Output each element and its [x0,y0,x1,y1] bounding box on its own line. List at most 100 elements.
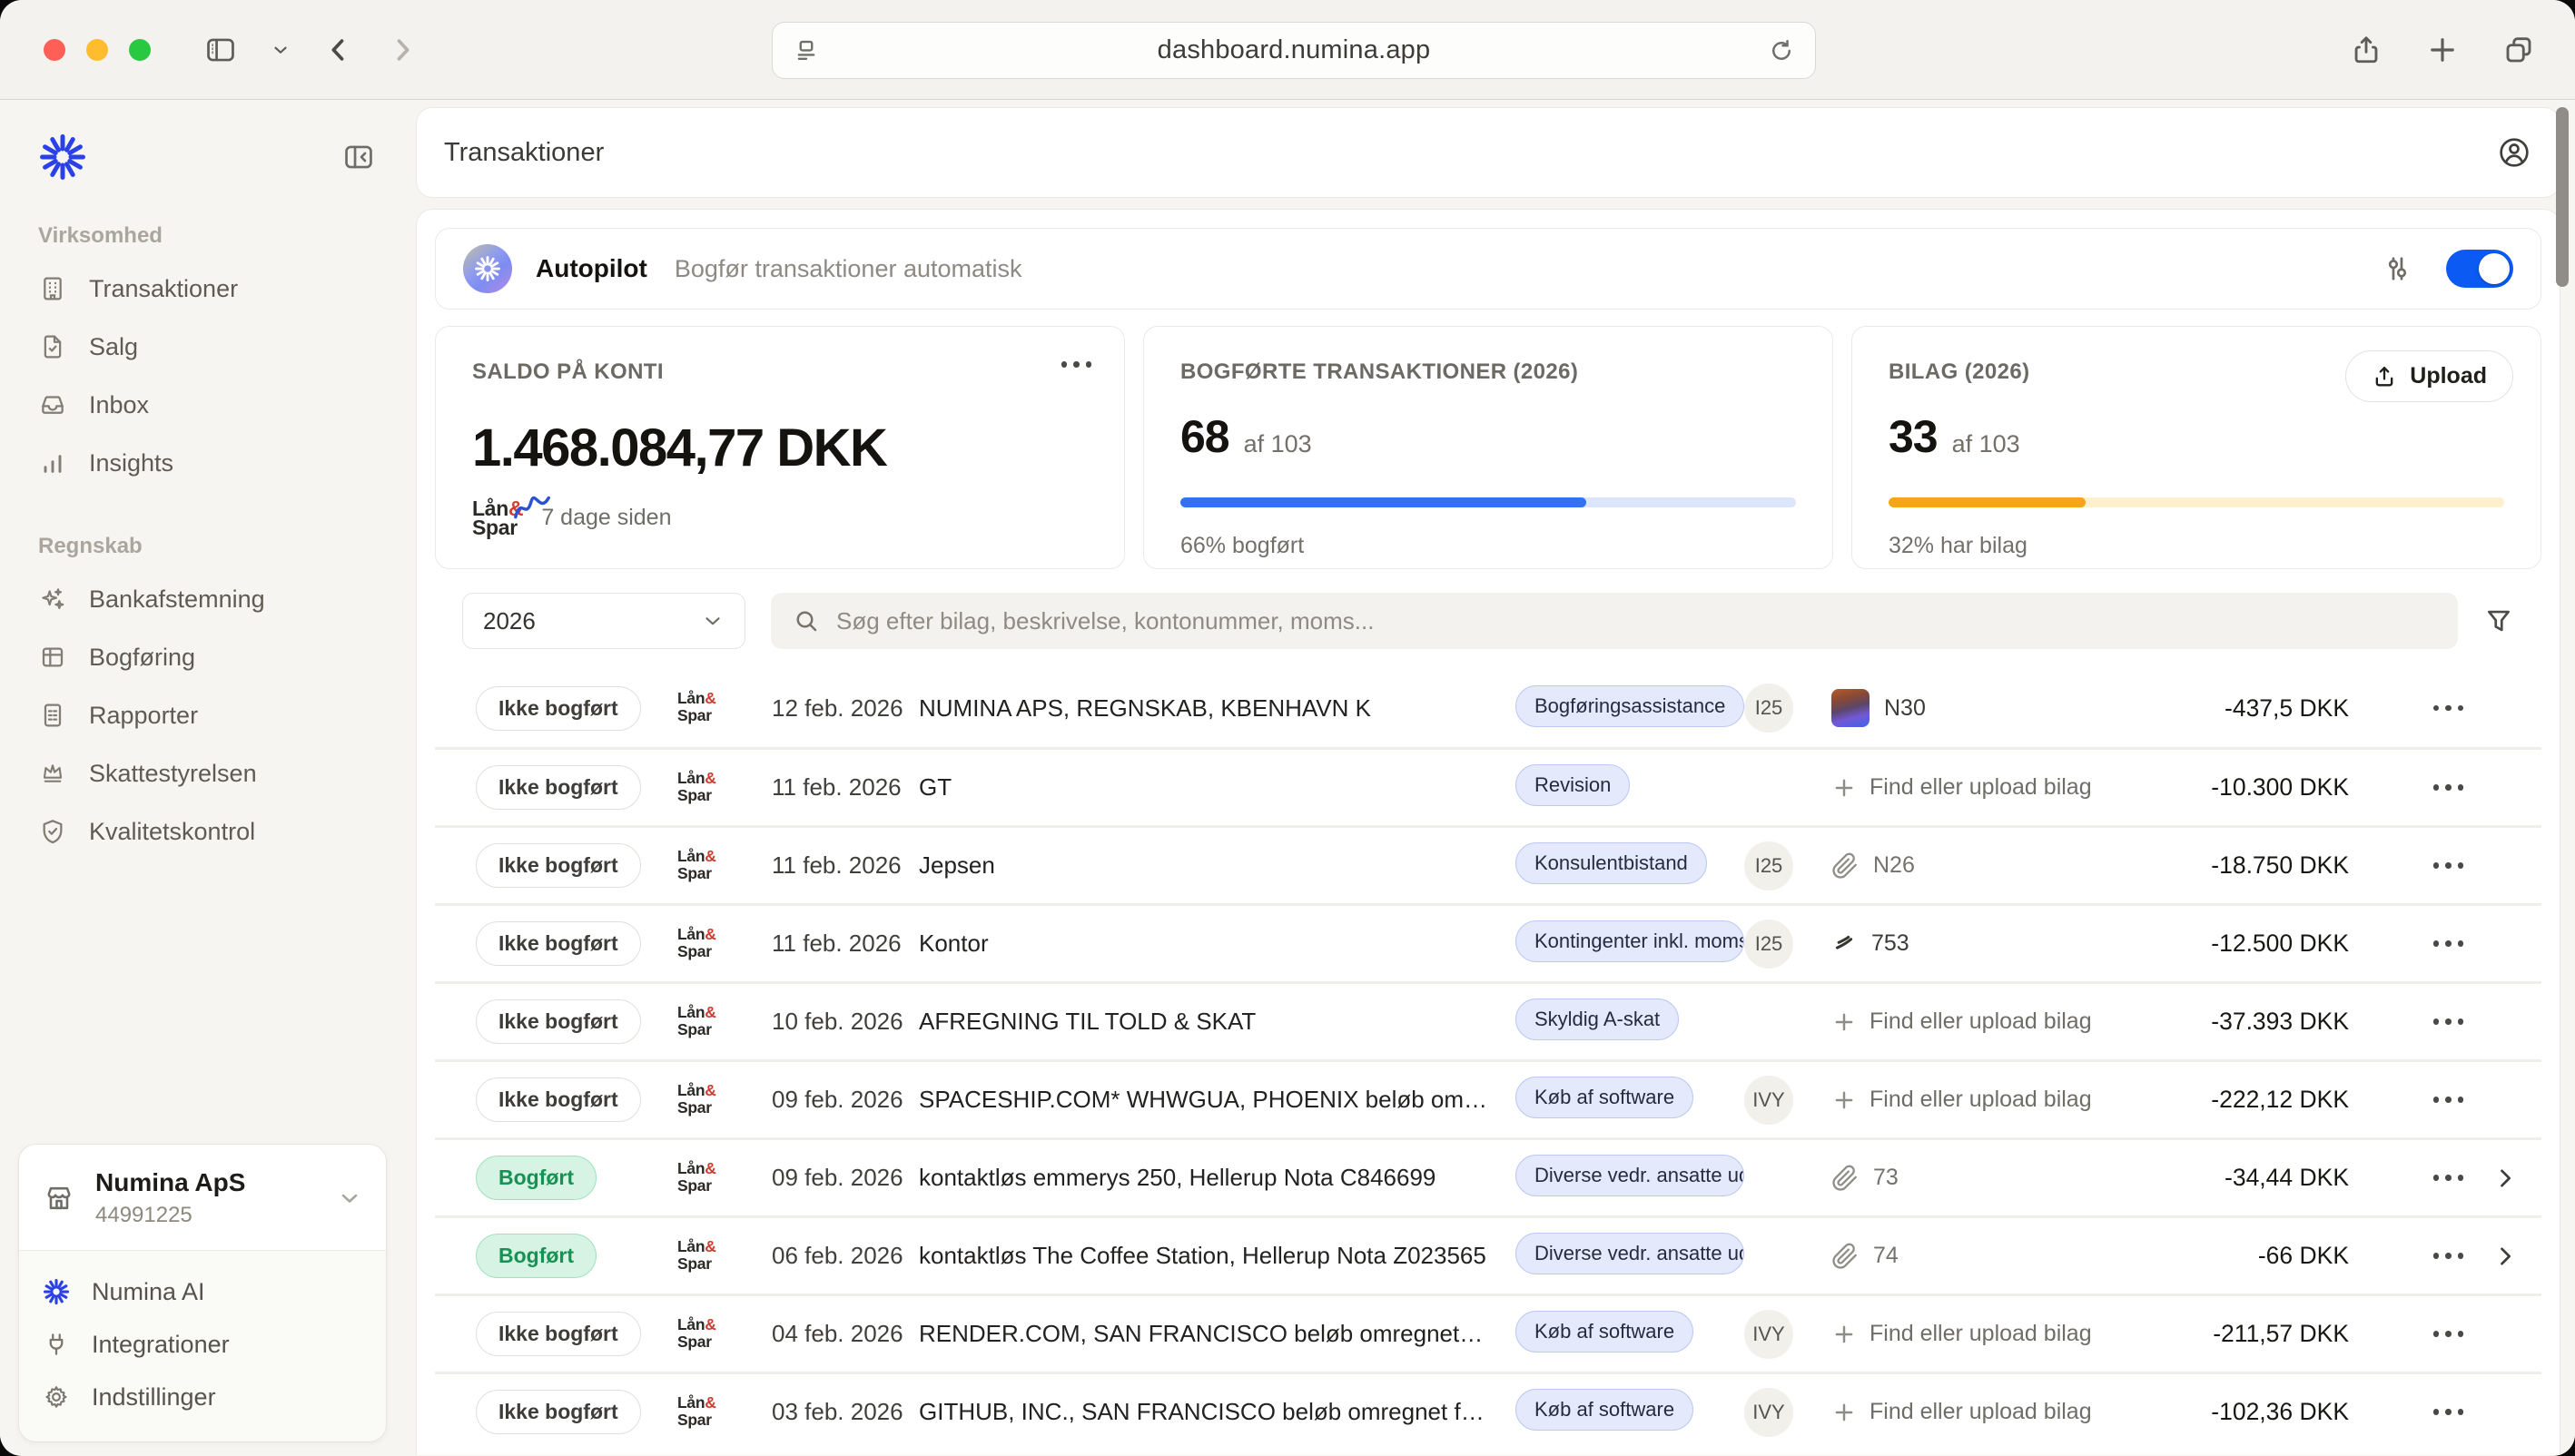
transaction-row[interactable]: Ikke bogført Lån&Spar 03 feb. 2026 GITHU… [435,1372,2541,1450]
sidebar-item-indstillinger[interactable]: Indstillinger [43,1371,362,1423]
status-badge: Bogført [476,1156,597,1200]
sidebar-item-insights[interactable]: Insights [0,434,410,492]
transaction-row[interactable]: Bogført Lån&Spar 09 feb. 2026 kontaktløs… [435,1137,2541,1215]
category-badge[interactable]: Bogføringsassistance [1515,685,1744,727]
sidebar-item-skattestyrelsen[interactable]: Skattestyrelsen [0,744,410,802]
numina-ai-icon [43,1278,70,1305]
category-badge[interactable]: Kontingenter inkl. moms [1515,920,1744,962]
row-menu-button[interactable] [2433,940,2464,947]
status-badge: Ikke bogført [476,921,641,966]
category-badge[interactable]: Diverse vedr. ansatte uder [1515,1233,1744,1274]
bank-logo: Lån&Spar [677,1159,716,1195]
transaction-amount: -18.750 DKK [2131,851,2349,880]
bilag-thumbnail[interactable] [1831,689,1870,727]
vat-code-badge: I25 [1744,920,1793,969]
minimize-button[interactable] [86,39,108,61]
sidebar-item-rapporter[interactable]: Rapporter [0,686,410,744]
vat-code-badge: IVY [1744,1310,1793,1359]
autopilot-toggle[interactable] [2446,250,2513,288]
category-badge[interactable]: Diverse vedr. ansatte uder [1515,1155,1744,1196]
share-icon[interactable] [2350,34,2383,66]
row-menu-button[interactable] [2433,1175,2464,1181]
search-input[interactable] [836,607,2436,635]
gear-icon [43,1383,70,1411]
year-select[interactable]: 2026 [462,593,745,649]
filter-icon[interactable] [2483,605,2514,636]
bilag-code[interactable]: 74 [1873,1243,1899,1269]
sidebar-item-bankafstemning[interactable]: Bankafstemning [0,570,410,628]
year-select-value: 2026 [483,607,536,635]
row-menu-button[interactable] [2433,1409,2464,1415]
sidebar-item-transaktioner[interactable]: Transaktioner [0,260,410,318]
back-button[interactable] [323,34,354,65]
search-box[interactable] [771,593,2458,649]
category-badge[interactable]: Køb af software [1515,1311,1693,1353]
row-menu-button[interactable] [2433,705,2464,712]
scrollbar-thumb[interactable] [2556,107,2569,287]
tab-overview-icon[interactable] [2502,34,2535,66]
transaction-row[interactable]: Ikke bogført Lån&Spar 11 feb. 2026 GT Re… [435,747,2541,825]
category-badge[interactable]: Konsulentbistand [1515,842,1707,884]
expand-row-icon[interactable] [2492,1244,2518,1269]
close-button[interactable] [44,39,65,61]
transaction-row[interactable]: Bogført Lån&Spar 06 feb. 2026 kontaktløs… [435,1215,2541,1294]
transaction-row[interactable]: Ikke bogført Lån&Spar 11 feb. 2026 Konto… [435,903,2541,981]
category-badge[interactable]: Skyldig A-skat [1515,999,1679,1040]
category-badge[interactable]: Køb af software [1515,1389,1693,1431]
transaction-row[interactable]: Ikke bogført Lån&Spar 04 feb. 2026 RENDE… [435,1294,2541,1372]
sidebar-item-salg[interactable]: Salg [0,318,410,376]
category-badge[interactable]: Revision [1515,764,1630,806]
fullscreen-button[interactable] [129,39,151,61]
account-icon[interactable] [2496,134,2532,171]
transaction-row[interactable]: Ikke bogført Lån&Spar 12 feb. 2026 NUMIN… [435,669,2541,747]
add-bilag-button[interactable]: Find eller upload bilag [1831,1008,2092,1035]
bilag-code[interactable]: N26 [1873,852,1915,879]
company-switcher[interactable]: Numina ApS 44991225 [19,1145,386,1250]
sidebar-toggle-icon[interactable] [203,33,238,67]
browser-toolbar: dashboard.numina.app [0,0,2575,100]
row-menu-button[interactable] [2433,1097,2464,1103]
reload-icon[interactable] [1768,37,1795,64]
sidebar-chevron-icon[interactable] [271,40,291,60]
sidebar-item-kvalitetskontrol[interactable]: Kvalitetskontrol [0,802,410,861]
transaction-row[interactable]: Ikke bogført Lån&Spar 11 feb. 2026 Jepse… [435,825,2541,903]
row-menu-button[interactable] [2433,862,2464,869]
transaction-row[interactable]: Ikke bogført Lån&Spar 09 feb. 2026 SPACE… [435,1059,2541,1137]
expand-row-icon[interactable] [2492,1166,2518,1191]
sidebar-item-label: Skattestyrelsen [89,760,257,788]
transaction-description: Kontor [919,930,1515,958]
transaction-row[interactable]: Ikke bogført Lån&Spar 10 feb. 2026 AFREG… [435,981,2541,1059]
transaction-date: 11 feb. 2026 [772,851,919,880]
forward-button[interactable] [387,34,418,65]
reader-icon[interactable] [793,37,820,64]
row-menu-button[interactable] [2433,1331,2464,1337]
add-bilag-button[interactable]: Find eller upload bilag [1831,1321,2092,1347]
vat-code-badge: I25 [1744,684,1793,733]
bilag-code[interactable]: N30 [1884,695,1926,722]
sidebar-item-inbox[interactable]: Inbox [0,376,410,434]
category-badge[interactable]: Køb af software [1515,1077,1693,1118]
address-bar[interactable]: dashboard.numina.app [772,22,1816,79]
footer-item-label: Indstillinger [92,1383,216,1412]
card-menu-button[interactable] [1061,361,1092,368]
add-bilag-button[interactable]: Find eller upload bilag [1831,774,2092,801]
row-menu-button[interactable] [2433,784,2464,791]
vat-code-badge: IVY [1744,1388,1793,1437]
upload-button[interactable]: Upload [2345,350,2513,402]
bilag-code[interactable]: 73 [1873,1165,1899,1191]
sidebar-item-integrationer[interactable]: Integrationer [43,1318,362,1371]
footer-item-label: Numina AI [92,1278,205,1306]
bilag-code[interactable]: 753 [1871,930,1909,957]
sidebar-item-bogfoering[interactable]: Bogføring [0,628,410,686]
row-menu-button[interactable] [2433,1018,2464,1025]
status-badge: Ikke bogført [476,843,641,888]
add-bilag-button[interactable]: Find eller upload bilag [1831,1399,2092,1425]
sliders-icon[interactable] [2381,252,2413,285]
row-menu-button[interactable] [2433,1253,2464,1259]
booked-of: af 103 [1244,430,1312,458]
collapse-sidebar-icon[interactable] [341,140,376,174]
status-badge: Ikke bogført [476,1312,641,1356]
new-tab-icon[interactable] [2426,34,2459,66]
sidebar-item-numina-ai[interactable]: Numina AI [43,1265,362,1318]
add-bilag-button[interactable]: Find eller upload bilag [1831,1087,2092,1113]
